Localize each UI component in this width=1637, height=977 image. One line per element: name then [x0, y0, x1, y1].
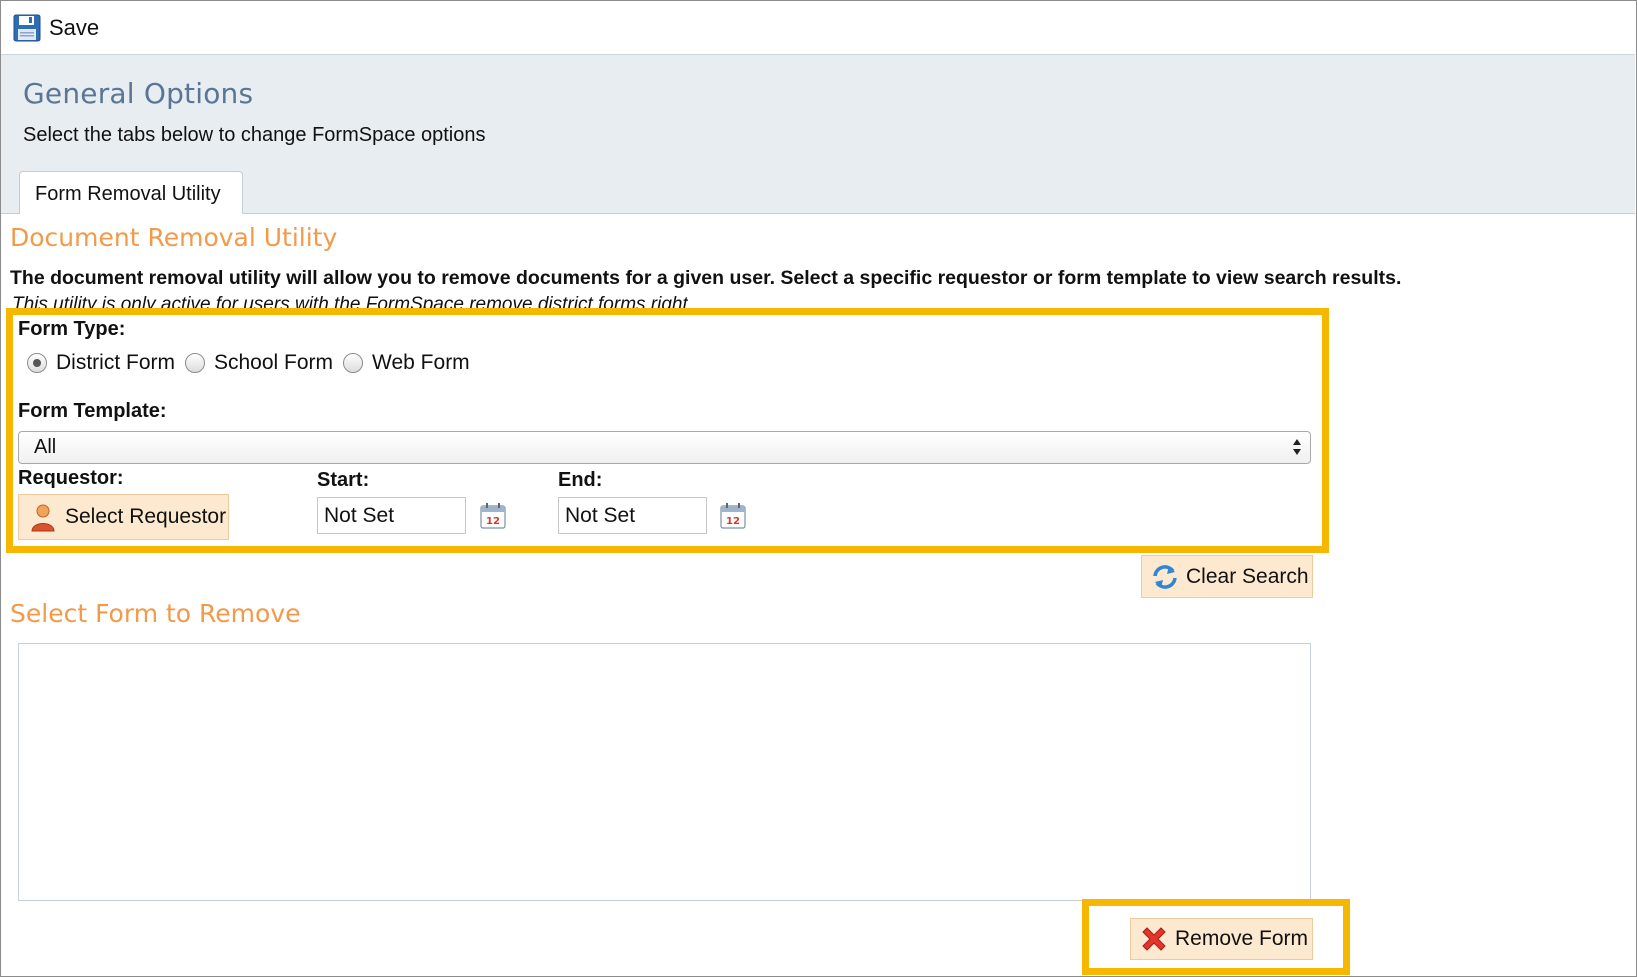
- remove-form-button[interactable]: Remove Form: [1130, 918, 1313, 960]
- end-calendar-icon[interactable]: 12: [719, 502, 747, 530]
- results-title: Select Form to Remove: [10, 599, 301, 628]
- radio-school-form[interactable]: School Form: [185, 351, 333, 375]
- remove-form-label: Remove Form: [1175, 927, 1309, 950]
- form-template-label: Form Template:: [18, 400, 167, 422]
- select-requestor-button[interactable]: Select Requestor: [18, 494, 229, 540]
- end-label: End:: [558, 469, 603, 491]
- refresh-icon: [1153, 564, 1177, 589]
- start-date-field[interactable]: Not Set: [317, 497, 466, 534]
- save-button[interactable]: Save: [13, 13, 99, 43]
- radio-district-form-label: District Form: [56, 351, 175, 374]
- forms-list[interactable]: [18, 643, 1311, 901]
- form-type-radio-group: District Form School Form Web Form: [27, 349, 480, 377]
- end-calendar-day: 12: [726, 516, 740, 527]
- radio-web-form[interactable]: Web Form: [343, 351, 470, 375]
- utility-description: The document removal utility will allow …: [10, 267, 1402, 289]
- red-x-icon: [1142, 927, 1166, 951]
- utility-title: Document Removal Utility: [10, 223, 338, 252]
- start-calendar-icon[interactable]: 12: [479, 502, 507, 530]
- utility-note: This utility is only active for users wi…: [12, 294, 688, 310]
- page-subtitle: Select the tabs below to change FormSpac…: [23, 124, 486, 146]
- clear-search-button[interactable]: Clear Search: [1141, 555, 1313, 598]
- radio-district-form-button[interactable]: [27, 353, 47, 373]
- select-requestor-label: Select Requestor: [65, 505, 227, 528]
- radio-district-form[interactable]: District Form: [27, 351, 175, 375]
- toolbar: Save: [1, 1, 1635, 55]
- end-date-field[interactable]: Not Set: [558, 497, 707, 534]
- form-template-select[interactable]: All: [18, 431, 1311, 464]
- radio-web-form-button[interactable]: [343, 353, 364, 373]
- floppy-disk-icon: [13, 14, 41, 42]
- tab-form-removal-utility[interactable]: Form Removal Utility: [19, 171, 243, 214]
- radio-web-form-label: Web Form: [372, 351, 470, 374]
- form-type-label: Form Type:: [18, 318, 126, 340]
- options-header: General Options Select the tabs below to…: [1, 55, 1635, 214]
- requestor-label: Requestor:: [18, 467, 124, 489]
- person-icon: [31, 504, 55, 532]
- save-button-label: Save: [49, 15, 100, 40]
- start-calendar-day: 12: [486, 516, 500, 527]
- start-label: Start:: [317, 469, 370, 491]
- radio-school-form-label: School Form: [214, 351, 334, 374]
- radio-school-form-button[interactable]: [185, 353, 205, 373]
- page-title: General Options: [23, 77, 254, 110]
- select-arrows-icon: [1293, 439, 1301, 455]
- clear-search-label: Clear Search: [1186, 564, 1309, 588]
- form-template-value: All: [34, 436, 57, 458]
